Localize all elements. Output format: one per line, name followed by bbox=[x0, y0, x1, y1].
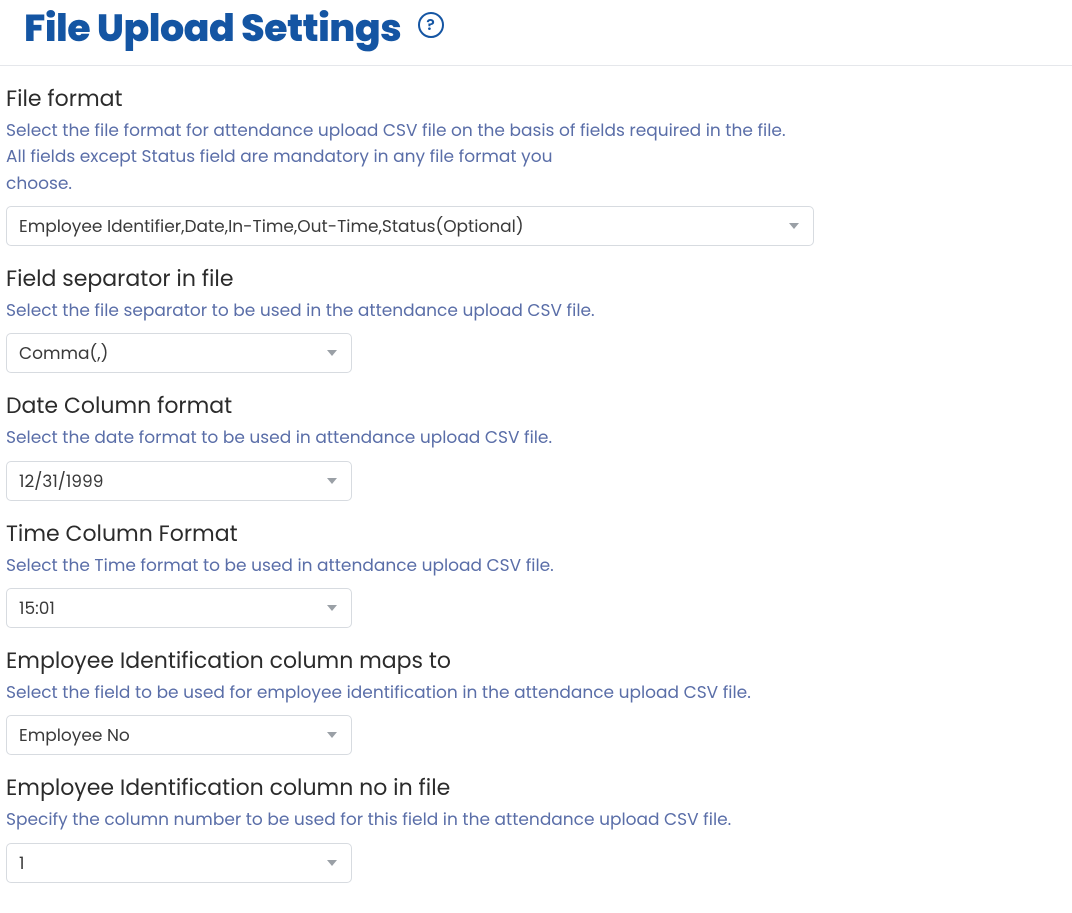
select-file-format[interactable]: Employee Identifier,Date,In-Time,Out-Tim… bbox=[6, 206, 814, 246]
label-emp-id-col-no: Employee Identification column no in fil… bbox=[6, 771, 1066, 804]
chevron-down-icon bbox=[327, 350, 337, 356]
label-file-format: File format bbox=[6, 82, 1066, 115]
select-emp-id-col-no-value: 1 bbox=[19, 850, 24, 876]
help-file-format-2: All fields except Status field are manda… bbox=[6, 143, 576, 196]
select-emp-id-maps-to[interactable]: Employee No bbox=[6, 715, 352, 755]
select-field-separator[interactable]: Comma(,) bbox=[6, 333, 352, 373]
label-date-format: Date Column format bbox=[6, 389, 1066, 422]
select-time-format[interactable]: 15:01 bbox=[6, 588, 352, 628]
section-file-format: File format Select the file format for a… bbox=[0, 66, 1072, 246]
help-time-format: Select the Time format to be used in att… bbox=[6, 552, 1066, 578]
select-date-format[interactable]: 12/31/1999 bbox=[6, 461, 352, 501]
label-field-separator: Field separator in file bbox=[6, 262, 1066, 295]
chevron-down-icon bbox=[327, 478, 337, 484]
help-file-format-1: Select the file format for attendance up… bbox=[6, 117, 1066, 143]
help-field-separator: Select the file separator to be used in … bbox=[6, 297, 1066, 323]
select-date-format-value: 12/31/1999 bbox=[19, 468, 103, 494]
label-time-format: Time Column Format bbox=[6, 517, 1066, 550]
help-date-format: Select the date format to be used in att… bbox=[6, 424, 1066, 450]
select-field-separator-value: Comma(,) bbox=[19, 340, 108, 366]
section-date-format: Date Column format Select the date forma… bbox=[0, 373, 1072, 500]
chevron-down-icon bbox=[327, 732, 337, 738]
select-file-format-value: Employee Identifier,Date,In-Time,Out-Tim… bbox=[19, 213, 524, 239]
section-field-separator: Field separator in file Select the file … bbox=[0, 246, 1072, 373]
help-icon[interactable]: ? bbox=[418, 12, 444, 38]
help-emp-id-maps-to: Select the field to be used for employee… bbox=[6, 679, 1066, 705]
label-emp-id-maps-to: Employee Identification column maps to bbox=[6, 644, 1066, 677]
chevron-down-icon bbox=[327, 860, 337, 866]
chevron-down-icon bbox=[327, 605, 337, 611]
select-emp-id-col-no[interactable]: 1 bbox=[6, 843, 352, 883]
chevron-down-icon bbox=[789, 223, 799, 229]
page-title: File Upload Settings bbox=[24, 0, 401, 57]
help-emp-id-col-no: Specify the column number to be used for… bbox=[6, 806, 1066, 832]
select-emp-id-maps-to-value: Employee No bbox=[19, 722, 130, 748]
section-emp-id-maps-to: Employee Identification column maps to S… bbox=[0, 628, 1072, 755]
section-time-format: Time Column Format Select the Time forma… bbox=[0, 501, 1072, 628]
section-emp-id-col-no: Employee Identification column no in fil… bbox=[0, 755, 1072, 882]
select-time-format-value: 15:01 bbox=[19, 595, 55, 621]
